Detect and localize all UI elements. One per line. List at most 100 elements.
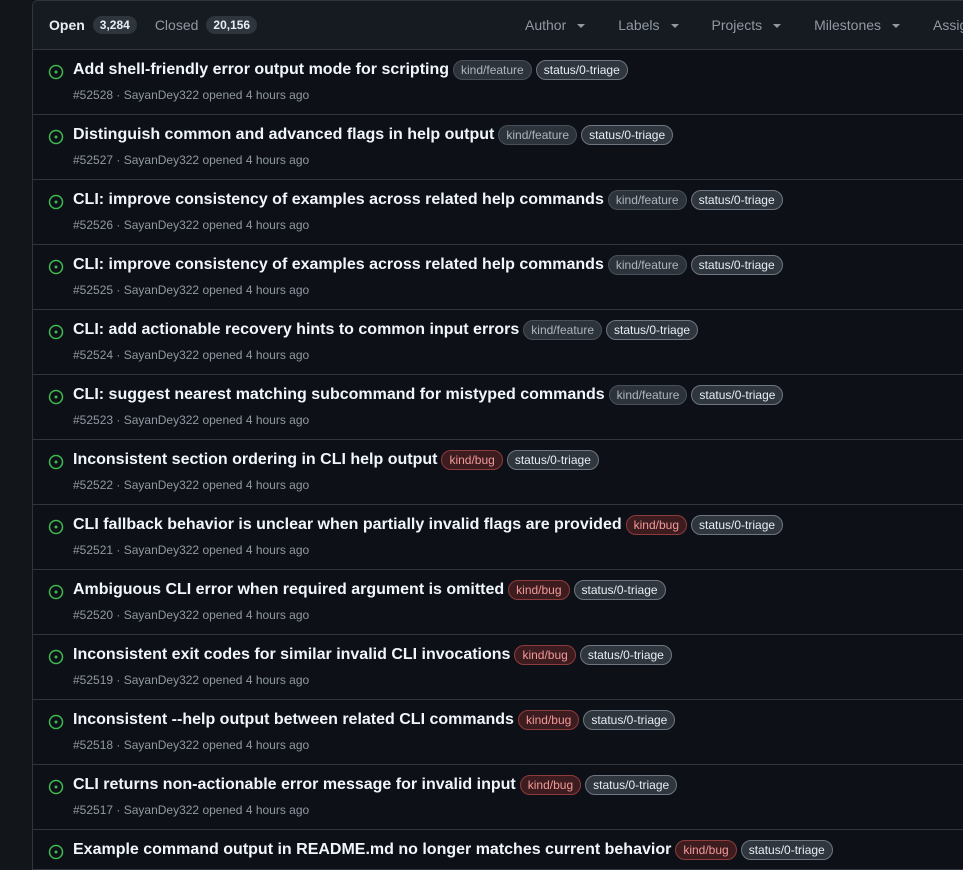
- issue-meta: #52519 · SayanDey322 opened 4 hours ago: [73, 673, 309, 687]
- issue-opened-by: SayanDey322 opened 4 hours ago: [123, 608, 310, 622]
- issue-opened-by: SayanDey322 opened 4 hours ago: [123, 803, 310, 817]
- issue-title-link[interactable]: Ambiguous CLI error when required argume…: [73, 581, 504, 599]
- issue-row[interactable]: Example command output in README.md no l…: [33, 830, 963, 869]
- issue-label[interactable]: kind/bug: [625, 515, 687, 535]
- issue-title-link[interactable]: CLI fallback behavior is unclear when pa…: [73, 516, 622, 534]
- issue-title-link[interactable]: CLI: add actionable recovery hints to co…: [73, 321, 519, 339]
- issue-label[interactable]: kind/bug: [517, 710, 580, 730]
- issue-opened-icon: [48, 779, 64, 795]
- issue-opened-icon: [48, 454, 64, 470]
- issue-number: #52525: [73, 283, 114, 297]
- issue-title-line: CLI: suggest nearest matching subcommand…: [73, 385, 784, 405]
- issue-label[interactable]: status/0-triage: [691, 385, 784, 405]
- issue-opened-by: SayanDey322 opened 4 hours ago: [123, 283, 310, 297]
- assignees-filter[interactable]: Assignees: [933, 17, 963, 33]
- issue-label[interactable]: kind/bug: [514, 645, 576, 665]
- issue-label[interactable]: kind/bug: [508, 580, 570, 600]
- issue-opened-icon: [48, 64, 64, 80]
- assignees-filter-label: Assignees: [933, 17, 963, 33]
- issue-row[interactable]: Ambiguous CLI error when required argume…: [33, 570, 963, 635]
- issue-row[interactable]: Inconsistent exit codes for similar inva…: [33, 635, 963, 700]
- issue-label[interactable]: status/0-triage: [535, 60, 628, 80]
- issue-row[interactable]: Inconsistent section ordering in CLI hel…: [33, 440, 963, 505]
- meta-separator: ·: [113, 348, 124, 362]
- issue-label[interactable]: kind/feature: [607, 255, 687, 275]
- issue-title-link[interactable]: Example command output in README.md no l…: [73, 841, 671, 859]
- issue-opened-icon: [48, 129, 64, 145]
- chevron-down-icon: [670, 24, 679, 28]
- issue-meta: #52525 · SayanDey322 opened 4 hours ago: [73, 283, 309, 297]
- issue-row[interactable]: CLI: add actionable recovery hints to co…: [33, 310, 963, 375]
- chevron-down-icon: [773, 24, 782, 28]
- issue-title-line: Ambiguous CLI error when required argume…: [73, 580, 666, 600]
- issue-title-line: Distinguish common and advanced flags in…: [73, 125, 674, 145]
- issue-opened-by: SayanDey322 opened 4 hours ago: [123, 738, 310, 752]
- issue-meta: #52523 · SayanDey322 opened 4 hours ago: [73, 413, 309, 427]
- issue-number: #52517: [73, 803, 114, 817]
- issue-row[interactable]: Inconsistent --help output between relat…: [33, 700, 963, 765]
- issue-label[interactable]: kind/feature: [523, 320, 603, 340]
- issue-label[interactable]: kind/feature: [607, 190, 687, 210]
- issue-title-link[interactable]: CLI: improve consistency of examples acr…: [73, 191, 604, 209]
- issue-title-link[interactable]: CLI: improve consistency of examples acr…: [73, 256, 604, 274]
- issue-label[interactable]: status/0-triage: [579, 645, 672, 665]
- issue-row[interactable]: CLI: improve consistency of examples acr…: [33, 180, 963, 245]
- issue-label[interactable]: kind/bug: [441, 450, 503, 470]
- issue-opened-by: SayanDey322 opened 4 hours ago: [123, 348, 310, 362]
- open-count-badge: 3,284: [92, 16, 137, 34]
- issue-row[interactable]: Distinguish common and advanced flags in…: [33, 115, 963, 180]
- issue-meta: #52527 · SayanDey322 opened 4 hours ago: [73, 153, 309, 167]
- issue-row[interactable]: CLI: improve consistency of examples acr…: [33, 245, 963, 310]
- milestones-filter[interactable]: Milestones: [814, 17, 901, 33]
- issue-title-link[interactable]: Inconsistent --help output between relat…: [73, 711, 514, 729]
- issue-row[interactable]: Add shell-friendly error output mode for…: [33, 50, 963, 115]
- issue-label[interactable]: status/0-triage: [690, 255, 783, 275]
- issue-label[interactable]: status/0-triage: [581, 125, 674, 145]
- issue-number: #52523: [73, 413, 114, 427]
- issue-opened-icon: [48, 519, 64, 535]
- projects-filter[interactable]: Projects: [712, 17, 782, 33]
- issue-opened-by: SayanDey322 opened 4 hours ago: [123, 673, 310, 687]
- meta-separator: ·: [113, 738, 124, 752]
- issue-row[interactable]: CLI returns non-actionable error message…: [33, 765, 963, 830]
- open-issues-tab[interactable]: Open 3,284: [49, 16, 137, 34]
- issue-label[interactable]: kind/feature: [498, 125, 578, 145]
- issue-row[interactable]: CLI fallback behavior is unclear when pa…: [33, 505, 963, 570]
- issue-label[interactable]: status/0-triage: [740, 840, 833, 860]
- issue-label[interactable]: status/0-triage: [506, 450, 599, 470]
- issue-number: #52520: [73, 608, 114, 622]
- filter-bar: Author Labels Projects Milestones Assign…: [525, 1, 963, 49]
- issue-title-link[interactable]: Add shell-friendly error output mode for…: [73, 61, 449, 79]
- issue-title-link[interactable]: CLI returns non-actionable error message…: [73, 776, 516, 794]
- issue-title-link[interactable]: CLI: suggest nearest matching subcommand…: [73, 386, 605, 404]
- issue-label[interactable]: status/0-triage: [585, 775, 678, 795]
- closed-issues-tab[interactable]: Closed 20,156: [155, 16, 258, 34]
- issue-row[interactable]: CLI: suggest nearest matching subcommand…: [33, 375, 963, 440]
- issue-label[interactable]: status/0-triage: [691, 515, 784, 535]
- issue-title-link[interactable]: Distinguish common and advanced flags in…: [73, 126, 494, 144]
- issue-label[interactable]: status/0-triage: [690, 190, 783, 210]
- issue-title-link[interactable]: Inconsistent exit codes for similar inva…: [73, 646, 510, 664]
- meta-separator: ·: [113, 478, 124, 492]
- meta-separator: ·: [113, 153, 124, 167]
- issue-opened-icon: [48, 584, 64, 600]
- author-filter[interactable]: Author: [525, 17, 586, 33]
- meta-separator: ·: [113, 88, 124, 102]
- issue-label[interactable]: kind/bug: [675, 840, 737, 860]
- issue-label[interactable]: status/0-triage: [583, 710, 676, 730]
- chevron-down-icon: [577, 24, 586, 28]
- issue-title-link[interactable]: Inconsistent section ordering in CLI hel…: [73, 451, 437, 469]
- closed-count-badge: 20,156: [206, 16, 258, 34]
- issue-label[interactable]: kind/feature: [608, 385, 688, 405]
- issue-label[interactable]: kind/feature: [453, 60, 532, 80]
- issue-number: #52528: [73, 88, 114, 102]
- issue-label[interactable]: status/0-triage: [606, 320, 699, 340]
- labels-filter[interactable]: Labels: [618, 17, 679, 33]
- issue-title-line: Inconsistent section ordering in CLI hel…: [73, 450, 599, 470]
- projects-filter-label: Projects: [711, 17, 763, 33]
- issue-meta: #52517 · SayanDey322 opened 4 hours ago: [73, 803, 309, 817]
- issue-title-line: Add shell-friendly error output mode for…: [73, 60, 628, 80]
- issue-label[interactable]: status/0-triage: [573, 580, 666, 600]
- issue-opened-icon: [48, 649, 64, 665]
- issue-label[interactable]: kind/bug: [519, 775, 582, 795]
